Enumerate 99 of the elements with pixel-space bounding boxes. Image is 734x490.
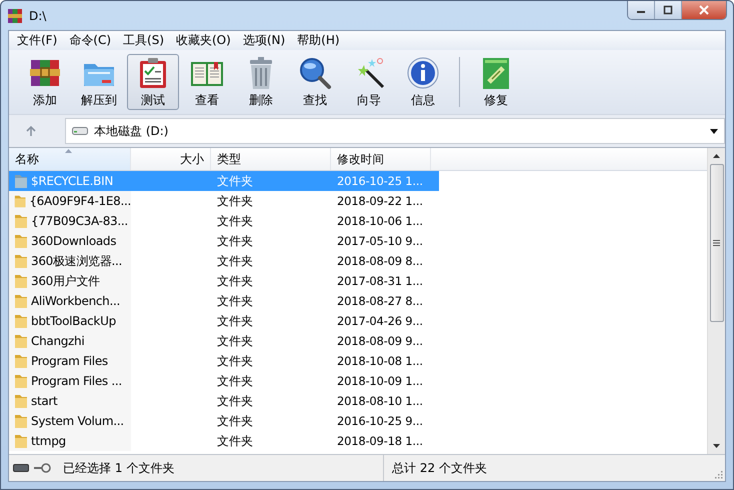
table-cell: 文件夹 [217,252,253,270]
table-cell: 文件夹 [217,192,253,210]
table-cell: 2018-10-08 1... [337,354,423,368]
table-cell: 文件夹 [217,272,253,290]
folder-icon [14,313,28,329]
app-icon [7,8,23,24]
table-row[interactable]: {6A09F9F4-1E8... 文件夹 2018-09-22 1... [9,191,439,211]
column-header[interactable]: 大小 [131,148,211,170]
folder-icon [14,353,28,369]
window-title: D:\ [29,8,48,22]
scroll-down-arrow-icon[interactable] [713,444,720,448]
table-cell: 2018-08-09 8... [337,254,423,268]
resize-grip[interactable] [713,469,723,479]
table-cell: 2017-05-10 9... [337,234,423,248]
toolbar-button[interactable]: 查找 [289,54,341,110]
recycle-bin-folder-icon [14,173,28,189]
column-header[interactable]: 修改时间 [331,148,431,170]
table-row[interactable]: ttmpg 文件夹 2018-09-18 1... [9,431,439,451]
toolbar-button[interactable]: 测试 [127,54,179,110]
table-row[interactable]: 360用户文件 文件夹 2017-08-31 1... [9,271,439,291]
table-cell: 2017-08-31 1... [337,274,423,288]
folder-icon [14,193,26,209]
column-header[interactable]: 类型 [211,148,331,170]
close-button[interactable] [682,1,726,19]
address-dropdown[interactable]: 本地磁盘 (D:) [65,118,725,144]
sort-arrow-icon [65,149,72,153]
caret-icon [710,128,718,134]
table-row[interactable]: Changzhi 文件夹 2018-08-09 9... [9,331,439,351]
table-row[interactable]: {77B09C3A-83... 文件夹 2018-10-06 1... [9,211,439,231]
table-cell: 2018-09-22 1... [337,194,423,208]
table-row[interactable]: System Volum... 文件夹 2016-10-25 9... [9,411,439,431]
menu-item[interactable]: 工具(S) [117,32,170,49]
maximize-button[interactable] [655,1,682,19]
table-cell: 文件夹 [217,232,253,250]
table-cell: 2018-08-10 1... [337,394,423,408]
folder-icon [14,333,28,349]
table-cell: 文件夹 [217,312,253,330]
scrollbar-thumb[interactable] [710,164,724,322]
toolbar-button[interactable]: 添加 [19,54,71,110]
folder-icon [14,293,28,309]
info-icon [406,56,440,90]
up-arrow-icon[interactable] [25,125,37,137]
table-row[interactable]: start 文件夹 2018-08-10 1... [9,391,439,411]
table-row[interactable]: Program Files ... 文件夹 2018-10-09 1... [9,371,439,391]
menu-item[interactable]: 文件(F) [11,32,64,49]
toolbar-button[interactable]: 向导 [343,54,395,110]
menu-item[interactable]: 命令(C) [63,32,118,49]
folder-icon [14,393,28,409]
scroll-up-arrow-icon[interactable] [713,154,720,158]
folder-icon [14,233,28,249]
folder-icon [14,373,28,389]
menu-item[interactable]: 帮助(H) [291,32,346,49]
drive-icon [72,126,88,136]
toolbar-button[interactable]: 修复 [470,54,522,110]
key-icon[interactable] [33,463,51,473]
folder-icon [14,253,28,269]
total-status: 总计 22 个文件夹 [392,460,487,474]
table-cell: 2018-10-09 1... [337,374,423,388]
table-cell: 文件夹 [217,172,253,190]
table-cell: 2017-04-26 9... [337,314,423,328]
toolbar-button[interactable]: 查看 [181,54,233,110]
menu-item[interactable]: 收藏夹(O) [170,32,237,49]
table-cell: 2018-10-06 1... [337,214,423,228]
folder-icon [14,413,28,429]
table-cell: 2018-09-18 1... [337,434,423,448]
table-cell: 文件夹 [217,392,253,410]
table-cell: 文件夹 [217,332,253,350]
file-name[interactable]: start [31,394,58,408]
toolbar-button[interactable]: 信息 [397,54,449,110]
table-cell: 2016-10-25 1... [337,174,423,188]
maximize-icon [663,5,673,15]
table-cell: 2016-10-25 9... [337,414,423,428]
table-row[interactable]: AliWorkbench... 文件夹 2018-08-27 8... [9,291,439,311]
menu-item[interactable]: 选项(N) [236,32,292,49]
table-cell: 文件夹 [217,352,253,370]
selection-status: 已经选择 1 个文件夹 [63,460,174,476]
table-row[interactable]: bbtToolBackUp 文件夹 2017-04-26 9... [9,311,439,331]
toolbar-button[interactable]: 解压到 [73,54,125,110]
folder-icon [14,213,28,229]
table-cell: 文件夹 [217,292,253,310]
table-cell: 文件夹 [217,372,253,390]
grip-lines-icon [713,240,720,246]
scrollbar[interactable] [707,148,725,454]
table-cell: 2018-08-09 9... [337,334,423,348]
folder-icon [14,433,28,449]
table-row[interactable]: Program Files 文件夹 2018-10-08 1... [9,351,439,371]
table-row[interactable]: 360极速浏览器... 文件夹 2018-08-09 8... [9,251,439,271]
toolbar-button[interactable]: 删除 [235,54,287,110]
table-cell: 文件夹 [217,212,253,230]
table-cell: 文件夹 [217,412,253,430]
table-cell: 文件夹 [217,432,253,450]
magnifier-icon [298,56,332,90]
column-header[interactable]: 名称 [9,148,131,170]
table-row[interactable]: 360Downloads 文件夹 2017-05-10 9... [9,231,439,251]
minimize-button[interactable] [628,1,655,19]
folder-icon [14,273,28,289]
drive-icon [13,464,29,472]
close-icon [698,5,710,15]
table-cell: 2018-08-27 8... [337,294,423,308]
